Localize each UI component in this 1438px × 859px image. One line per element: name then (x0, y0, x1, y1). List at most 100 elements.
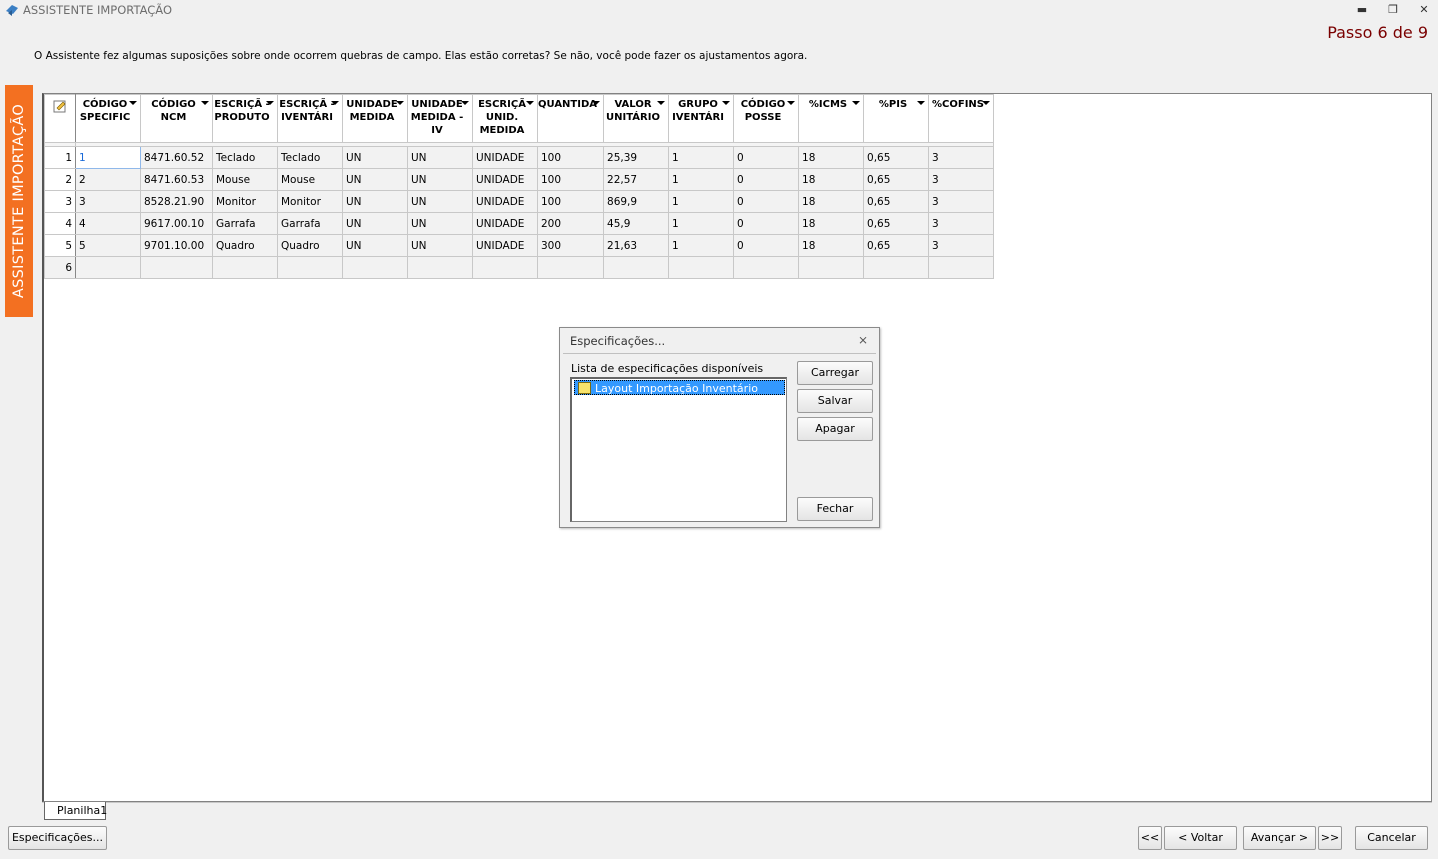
grid-cell[interactable] (277, 256, 343, 279)
grid-cell[interactable]: Monitor (277, 190, 343, 213)
grid-cell[interactable]: 200 (536, 212, 605, 235)
grid-cell[interactable]: Mouse (277, 168, 343, 191)
row-number[interactable]: 5 (44, 234, 76, 257)
grid-cell[interactable]: UNIDADE (472, 234, 538, 257)
specs-list-item[interactable]: Layout Importação Inventário (574, 380, 785, 395)
grid-cell[interactable]: Garrafa (212, 212, 278, 235)
close-button[interactable]: Fechar (797, 497, 873, 521)
grid-cell[interactable]: UN (342, 168, 408, 191)
column-header[interactable]: %COFINS (928, 94, 995, 143)
grid-cell[interactable]: 1 (668, 234, 735, 257)
column-dropdown-icon[interactable] (266, 101, 274, 105)
grid-cell[interactable]: 3 (928, 146, 995, 169)
column-dropdown-icon[interactable] (129, 101, 137, 105)
grid-cell[interactable]: 0,65 (863, 146, 930, 169)
next-button[interactable]: Avançar > (1243, 826, 1316, 850)
grid-cell[interactable] (342, 256, 408, 279)
grid-cell[interactable] (536, 256, 605, 279)
specifications-button[interactable]: Especificações... (8, 826, 107, 850)
row-number[interactable]: 6 (44, 256, 76, 279)
column-header[interactable]: VALOR UNITÁRIO (603, 94, 670, 143)
grid-cell[interactable]: 1 (75, 146, 141, 169)
grid-cell[interactable]: 5 (75, 234, 141, 257)
column-dropdown-icon[interactable] (657, 101, 666, 105)
grid-cell[interactable]: 2 (75, 168, 141, 191)
load-button[interactable]: Carregar (797, 361, 873, 385)
grid-cell[interactable] (407, 256, 473, 279)
grid-cell[interactable]: 0,65 (863, 234, 930, 257)
grid-cell[interactable]: UN (342, 212, 408, 235)
grid-cell[interactable]: 1 (668, 146, 735, 169)
grid-cell[interactable]: UN (407, 190, 473, 213)
cancel-button[interactable]: Cancelar (1355, 826, 1428, 850)
grid-cell[interactable]: 18 (798, 168, 865, 191)
column-dropdown-icon[interactable] (592, 101, 601, 105)
grid-cell[interactable]: UN (407, 212, 473, 235)
grid-cell[interactable]: 8471.60.53 (140, 168, 213, 191)
grid-cell[interactable] (798, 256, 865, 279)
column-header[interactable]: CÓDIGO SPECIFIC (75, 94, 141, 143)
grid-cell[interactable]: 0 (733, 234, 800, 257)
grid-cell[interactable]: UNIDADE (472, 190, 538, 213)
grid-cell[interactable]: Quadro (212, 234, 278, 257)
grid-cell[interactable]: Teclado (277, 146, 343, 169)
row-number[interactable]: 2 (44, 168, 76, 191)
grid-cell[interactable]: 18 (798, 190, 865, 213)
row-number[interactable]: 3 (44, 190, 76, 213)
column-header[interactable]: UNIDADE MEDIDA (342, 94, 408, 143)
grid-cell[interactable] (212, 256, 278, 279)
grid-cell[interactable]: UNIDADE (472, 168, 538, 191)
grid-cell[interactable]: 1 (668, 212, 735, 235)
grid-cell[interactable]: 100 (536, 190, 605, 213)
grid-cell[interactable]: 0,65 (863, 168, 930, 191)
grid-cell[interactable]: 18 (798, 146, 865, 169)
select-all-corner[interactable] (44, 94, 76, 143)
grid-cell[interactable]: 0 (733, 168, 800, 191)
grid-cell[interactable]: 21,63 (603, 234, 670, 257)
column-header[interactable]: ESCRIÇÃ - IVENTÁRI (277, 94, 343, 143)
dialog-close-icon[interactable]: ⨯ (858, 333, 868, 347)
grid-cell[interactable]: 18 (798, 234, 865, 257)
column-header[interactable]: %PIS (863, 94, 930, 143)
column-dropdown-icon[interactable] (917, 101, 926, 105)
grid-cell[interactable] (928, 256, 995, 279)
column-dropdown-icon[interactable] (396, 101, 404, 105)
column-dropdown-icon[interactable] (787, 101, 796, 105)
grid-cell[interactable]: UN (407, 146, 473, 169)
grid-cell[interactable]: 45,9 (603, 212, 670, 235)
column-dropdown-icon[interactable] (201, 101, 209, 105)
column-dropdown-icon[interactable] (722, 101, 731, 105)
grid-cell[interactable]: 300 (536, 234, 605, 257)
grid-cell[interactable]: 869,9 (603, 190, 670, 213)
grid-cell[interactable]: 100 (536, 146, 605, 169)
column-header[interactable]: GRUPO IVENTÁRI (668, 94, 735, 143)
grid-cell[interactable]: Mouse (212, 168, 278, 191)
column-header[interactable]: QUANTIDA (536, 94, 605, 143)
grid-cell[interactable]: 3 (928, 168, 995, 191)
column-dropdown-icon[interactable] (852, 101, 861, 105)
row-number[interactable]: 4 (44, 212, 76, 235)
grid-cell[interactable]: 3 (928, 190, 995, 213)
specs-listbox[interactable]: Layout Importação Inventário (570, 377, 787, 522)
grid-cell[interactable]: 9701.10.00 (140, 234, 213, 257)
grid-cell[interactable]: 3 (928, 234, 995, 257)
grid-cell[interactable]: 100 (536, 168, 605, 191)
column-dropdown-icon[interactable] (331, 101, 339, 105)
grid-cell[interactable] (472, 256, 538, 279)
minimize-icon[interactable]: ▬ (1351, 2, 1373, 18)
column-header[interactable]: ESCRIÇÃ - PRODUTO (212, 94, 278, 143)
save-button[interactable]: Salvar (797, 389, 873, 413)
grid-cell[interactable]: UNIDADE (472, 212, 538, 235)
column-dropdown-icon[interactable] (982, 101, 991, 105)
column-dropdown-icon[interactable] (526, 101, 534, 105)
column-header[interactable]: ESCRIÇÃ UNID. MEDIDA (472, 94, 538, 143)
grid-cell[interactable] (668, 256, 735, 279)
grid-cell[interactable]: UNIDADE (472, 146, 538, 169)
last-step-button[interactable]: >> (1318, 826, 1342, 850)
grid-cell[interactable]: 22,57 (603, 168, 670, 191)
grid-cell[interactable]: 8528.21.90 (140, 190, 213, 213)
grid-cell[interactable]: 0,65 (863, 212, 930, 235)
column-header[interactable]: UNIDADE MEDIDA - IV (407, 94, 473, 143)
grid-cell[interactable]: 25,39 (603, 146, 670, 169)
column-header[interactable]: %ICMS (798, 94, 865, 143)
